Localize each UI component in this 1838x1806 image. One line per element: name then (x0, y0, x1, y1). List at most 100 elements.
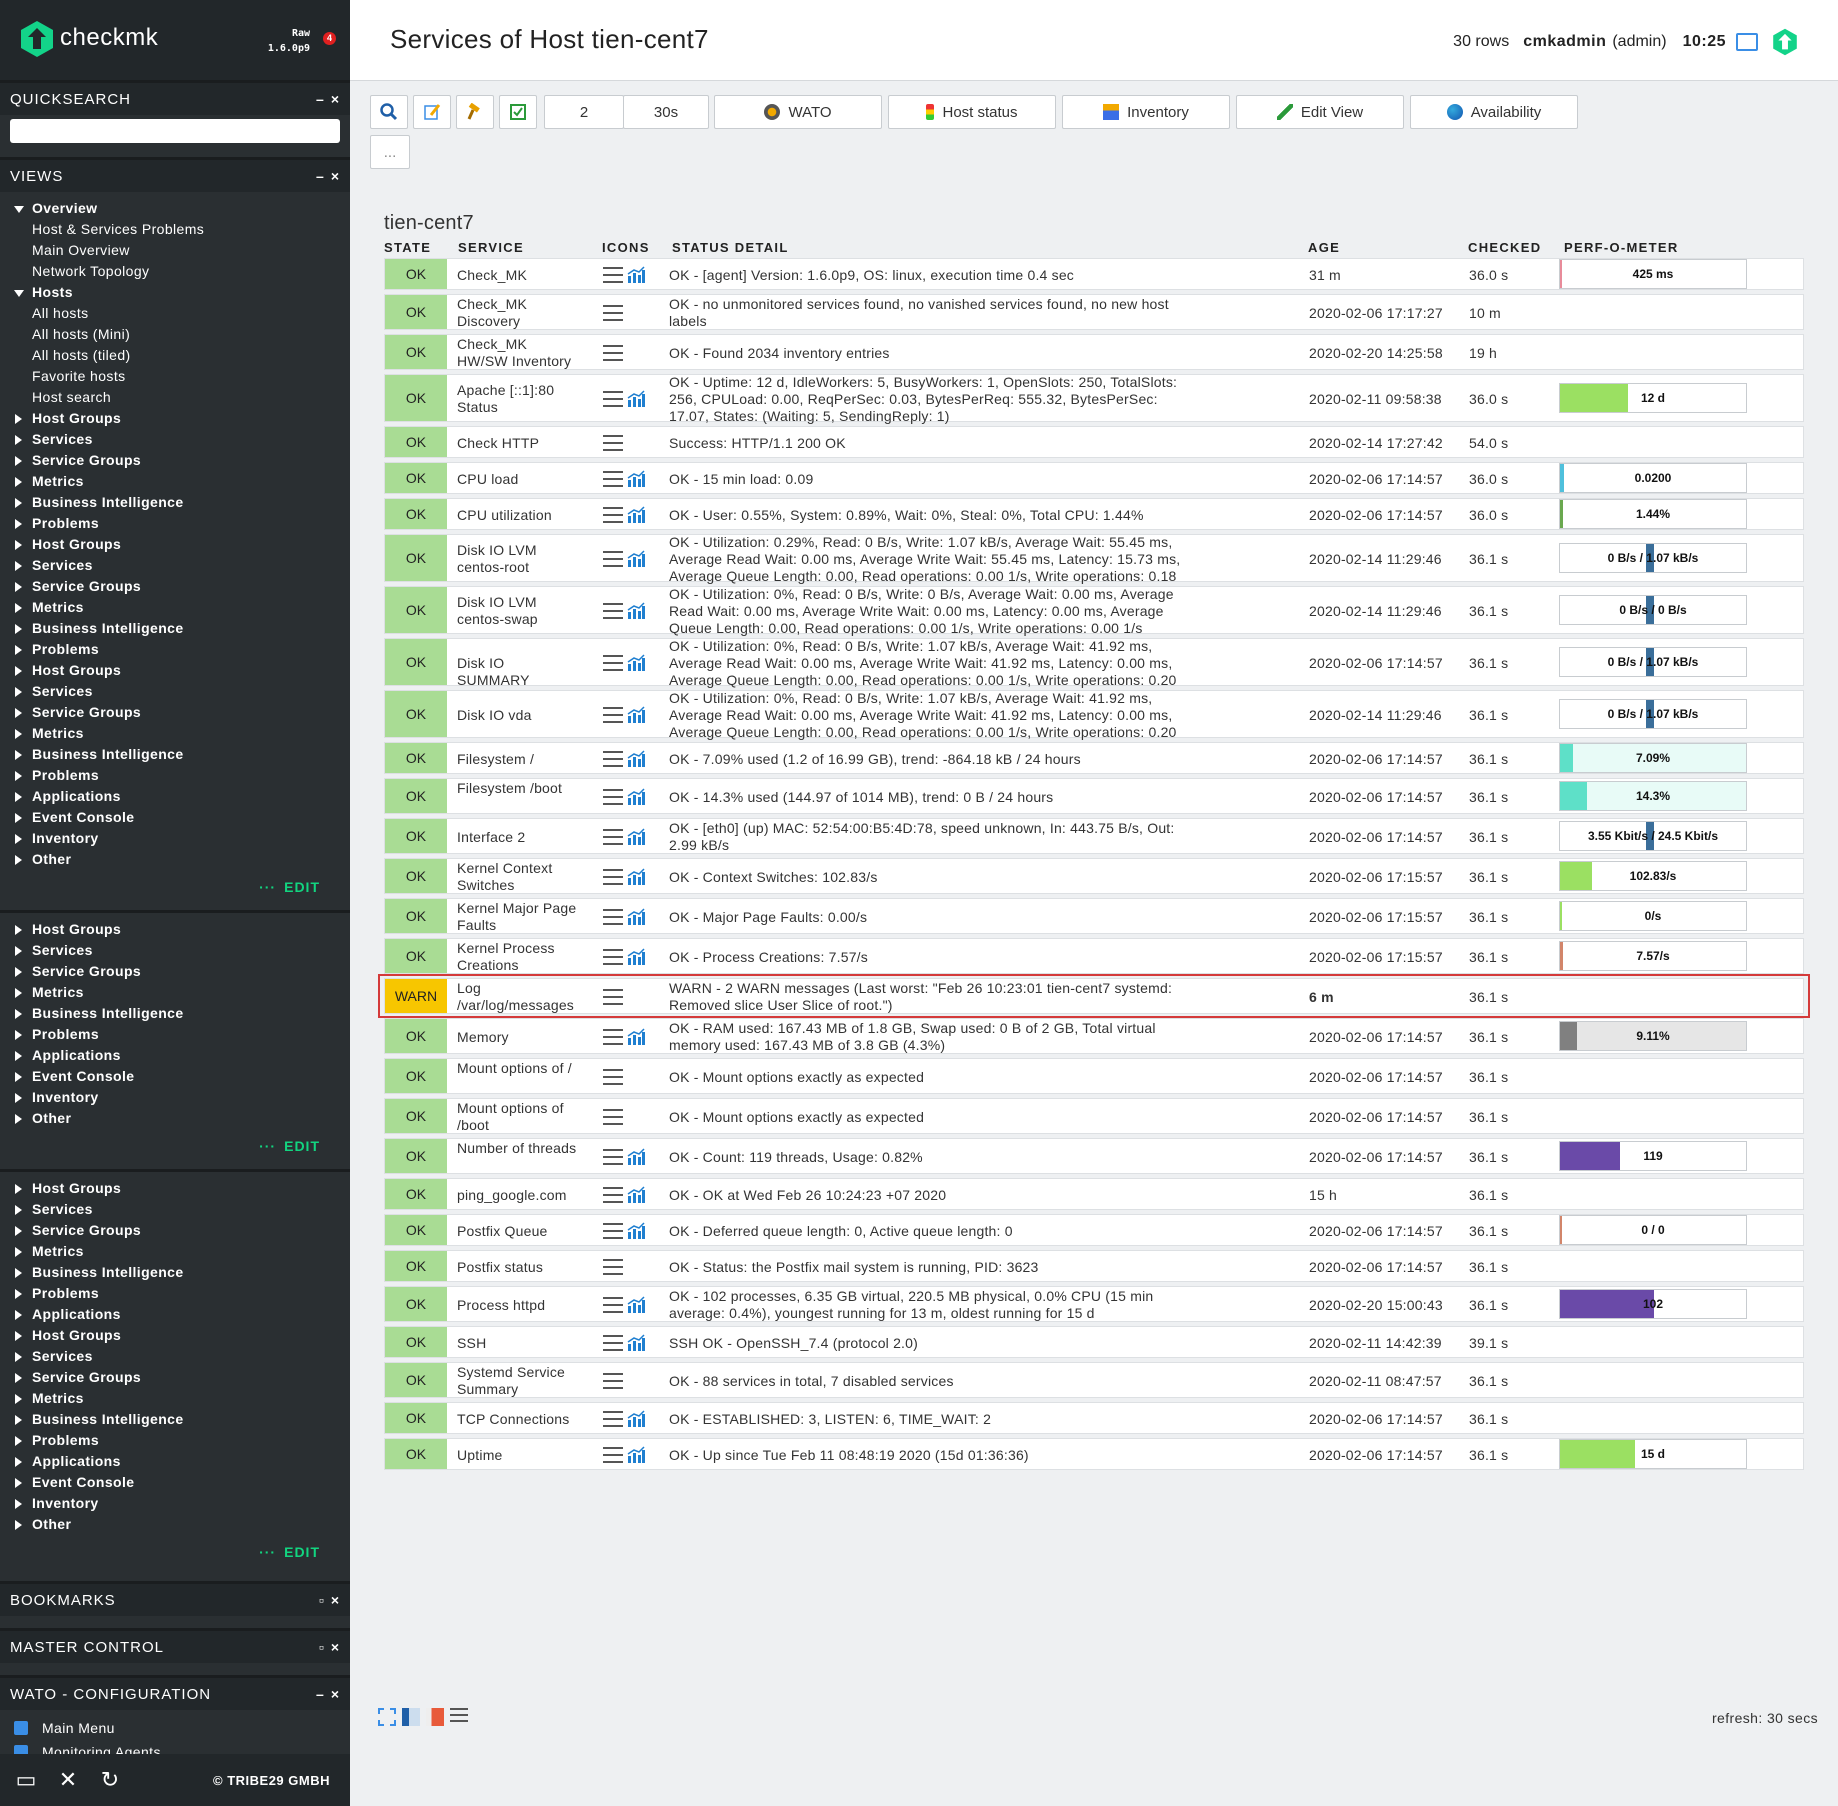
state-badge[interactable]: OK (385, 1327, 447, 1357)
quicksearch-input[interactable] (10, 119, 340, 143)
perf-o-meter[interactable]: 0 B/s / 1.07 kB/s (1559, 699, 1747, 729)
action-menu-icon[interactable] (603, 1109, 623, 1125)
master-control-title[interactable]: MASTER CONTROL ▫ × (0, 1628, 350, 1663)
host-name-heading[interactable]: tien-cent7 (384, 212, 1804, 236)
state-badge[interactable]: OK (385, 335, 447, 369)
action-menu-icon[interactable] (603, 1069, 623, 1085)
graph-icon[interactable] (627, 654, 645, 672)
table-row[interactable]: OK Disk IO LVM centos-root OK - Utilizatio… (384, 534, 1804, 601)
perf-o-meter[interactable]: 12 d (1559, 383, 1747, 413)
sidebar-group[interactable]: Service Groups (0, 576, 350, 597)
sidebar-group[interactable]: Problems (0, 1430, 350, 1451)
sidebar-link[interactable]: Favorite hosts (0, 366, 350, 387)
perf-o-meter[interactable]: 7.09% (1559, 743, 1747, 773)
display-options-button[interactable] (413, 95, 451, 129)
close-icon[interactable]: × (331, 91, 340, 107)
col-age[interactable]: AGE (1308, 240, 1340, 255)
state-badge[interactable]: OK (385, 1215, 447, 1245)
perf-o-meter[interactable]: 0 B/s / 1.07 kB/s (1559, 647, 1747, 677)
graph-icon[interactable] (627, 1410, 645, 1428)
forward-icon[interactable] (426, 1708, 444, 1726)
graph-icon[interactable] (627, 1296, 645, 1314)
table-row[interactable]: OK Postfix Queue OK - Deferred queue lengt… (384, 1214, 1804, 1246)
col-status-detail[interactable]: STATUS DETAIL (672, 240, 789, 255)
service-name[interactable]: Mount options of / (457, 1060, 577, 1077)
action-menu-icon[interactable] (603, 1223, 623, 1239)
wato-button[interactable]: WATO (714, 95, 882, 129)
sidebar-group[interactable]: Business Intelligence (0, 618, 350, 639)
graph-icon[interactable] (627, 266, 645, 284)
action-menu-icon[interactable] (603, 707, 623, 723)
sidebar-group[interactable]: Services (0, 1346, 350, 1367)
perf-o-meter[interactable]: 0 B/s / 1.07 kB/s (1559, 543, 1747, 573)
state-badge[interactable]: OK (385, 463, 447, 493)
close-icon[interactable]: × (331, 1686, 340, 1702)
table-row[interactable]: OK Check_MK Discovery OK - no unmonitored … (384, 294, 1804, 330)
table-row[interactable]: OK Disk IO LVM centos-swap OK - Utilizatio… (384, 586, 1804, 636)
sidebar-group[interactable]: Service Groups (0, 702, 350, 723)
fullscreen-icon[interactable] (378, 1708, 396, 1726)
table-row[interactable]: OK Kernel Process Creations OK - Process C… (384, 938, 1804, 974)
perf-o-meter[interactable]: 102.83/s (1559, 861, 1747, 891)
perf-o-meter[interactable]: 15 d (1559, 1439, 1747, 1469)
search-button[interactable] (370, 95, 408, 129)
sidebar-group[interactable]: Applications (0, 1045, 350, 1066)
table-row[interactable]: OK CPU utilization OK - User: 0.55%, Syste… (384, 498, 1804, 530)
service-name[interactable]: Disk IO LVM centos-swap (457, 594, 577, 628)
close-icon[interactable]: × (331, 168, 340, 184)
table-row[interactable]: OK Filesystem /boot OK - 14.3% used (144.9… (384, 778, 1804, 814)
perf-o-meter[interactable]: 1.44% (1559, 499, 1747, 529)
sidebar-link[interactable]: All hosts (Mini) (0, 324, 350, 345)
wato-title[interactable]: WATO - CONFIGURATION – × (0, 1675, 350, 1710)
state-badge[interactable]: OK (385, 779, 447, 813)
sidebar-link[interactable]: Main Overview (0, 240, 350, 261)
sidebar-group[interactable]: Services (0, 681, 350, 702)
perf-o-meter[interactable]: 102 (1559, 1289, 1747, 1319)
sidebar-group[interactable]: Services (0, 429, 350, 450)
perf-o-meter[interactable]: 0/s (1559, 901, 1747, 931)
state-badge[interactable]: OK (385, 899, 447, 933)
sidebar-group[interactable]: Problems (0, 1024, 350, 1045)
num-columns-button[interactable]: 2 (544, 95, 624, 129)
service-name[interactable]: ping_google.com (457, 1187, 577, 1204)
state-badge[interactable]: OK (385, 939, 447, 973)
action-menu-icon[interactable] (603, 1297, 623, 1313)
state-badge[interactable]: OK (385, 743, 447, 773)
action-menu-icon[interactable] (603, 789, 623, 805)
action-menu-icon[interactable] (603, 1335, 623, 1351)
state-badge[interactable]: OK (385, 427, 447, 457)
sidebar-group[interactable]: Problems (0, 639, 350, 660)
sidebar-group[interactable]: Service Groups (0, 961, 350, 982)
state-badge[interactable]: OK (385, 1179, 447, 1209)
sidebar-group[interactable]: Inventory (0, 1087, 350, 1108)
action-menu-icon[interactable] (603, 1149, 623, 1165)
table-row[interactable]: OK Mount options of / OK - Mount options e… (384, 1058, 1804, 1094)
sidebar-group[interactable]: Host Groups (0, 1325, 350, 1346)
state-badge[interactable]: OK (385, 1403, 447, 1433)
action-menu-icon[interactable] (603, 1029, 623, 1045)
state-badge[interactable]: OK (385, 1287, 447, 1321)
service-name[interactable]: Postfix Queue (457, 1223, 577, 1240)
perf-o-meter[interactable]: 0 / 0 (1559, 1215, 1747, 1245)
service-name[interactable]: Postfix status (457, 1259, 577, 1276)
service-name[interactable]: Memory (457, 1029, 577, 1046)
sidebar-group[interactable]: Business Intelligence (0, 1262, 350, 1283)
inventory-button[interactable]: Inventory (1062, 95, 1230, 129)
service-name[interactable]: Check_MK Discovery (457, 296, 577, 330)
table-row[interactable]: OK Kernel Major Page Faults OK - Major Pag… (384, 898, 1804, 934)
edit-view-button[interactable]: Edit View (1236, 95, 1404, 129)
state-badge[interactable]: OK (385, 587, 447, 633)
views-edit-link-3[interactable]: ··· EDIT (0, 1539, 350, 1565)
table-row[interactable]: OK Memory OK - RAM used: 167.43 MB of 1.8 … (384, 1018, 1804, 1054)
action-menu-icon[interactable] (603, 507, 623, 523)
logout-icon[interactable]: ↻ (94, 1767, 126, 1793)
service-name[interactable]: Apache [::1]:80 Status (457, 382, 577, 416)
state-badge[interactable]: OK (385, 535, 447, 581)
more-button[interactable]: ... (370, 135, 410, 169)
minimize-icon[interactable]: – (316, 168, 325, 184)
sidebar-group[interactable]: Host Groups (0, 1178, 350, 1199)
action-menu-icon[interactable] (603, 345, 623, 361)
sidebar-group[interactable]: Metrics (0, 723, 350, 744)
close-icon[interactable]: × (331, 1639, 340, 1655)
action-menu-icon[interactable] (603, 1259, 623, 1275)
